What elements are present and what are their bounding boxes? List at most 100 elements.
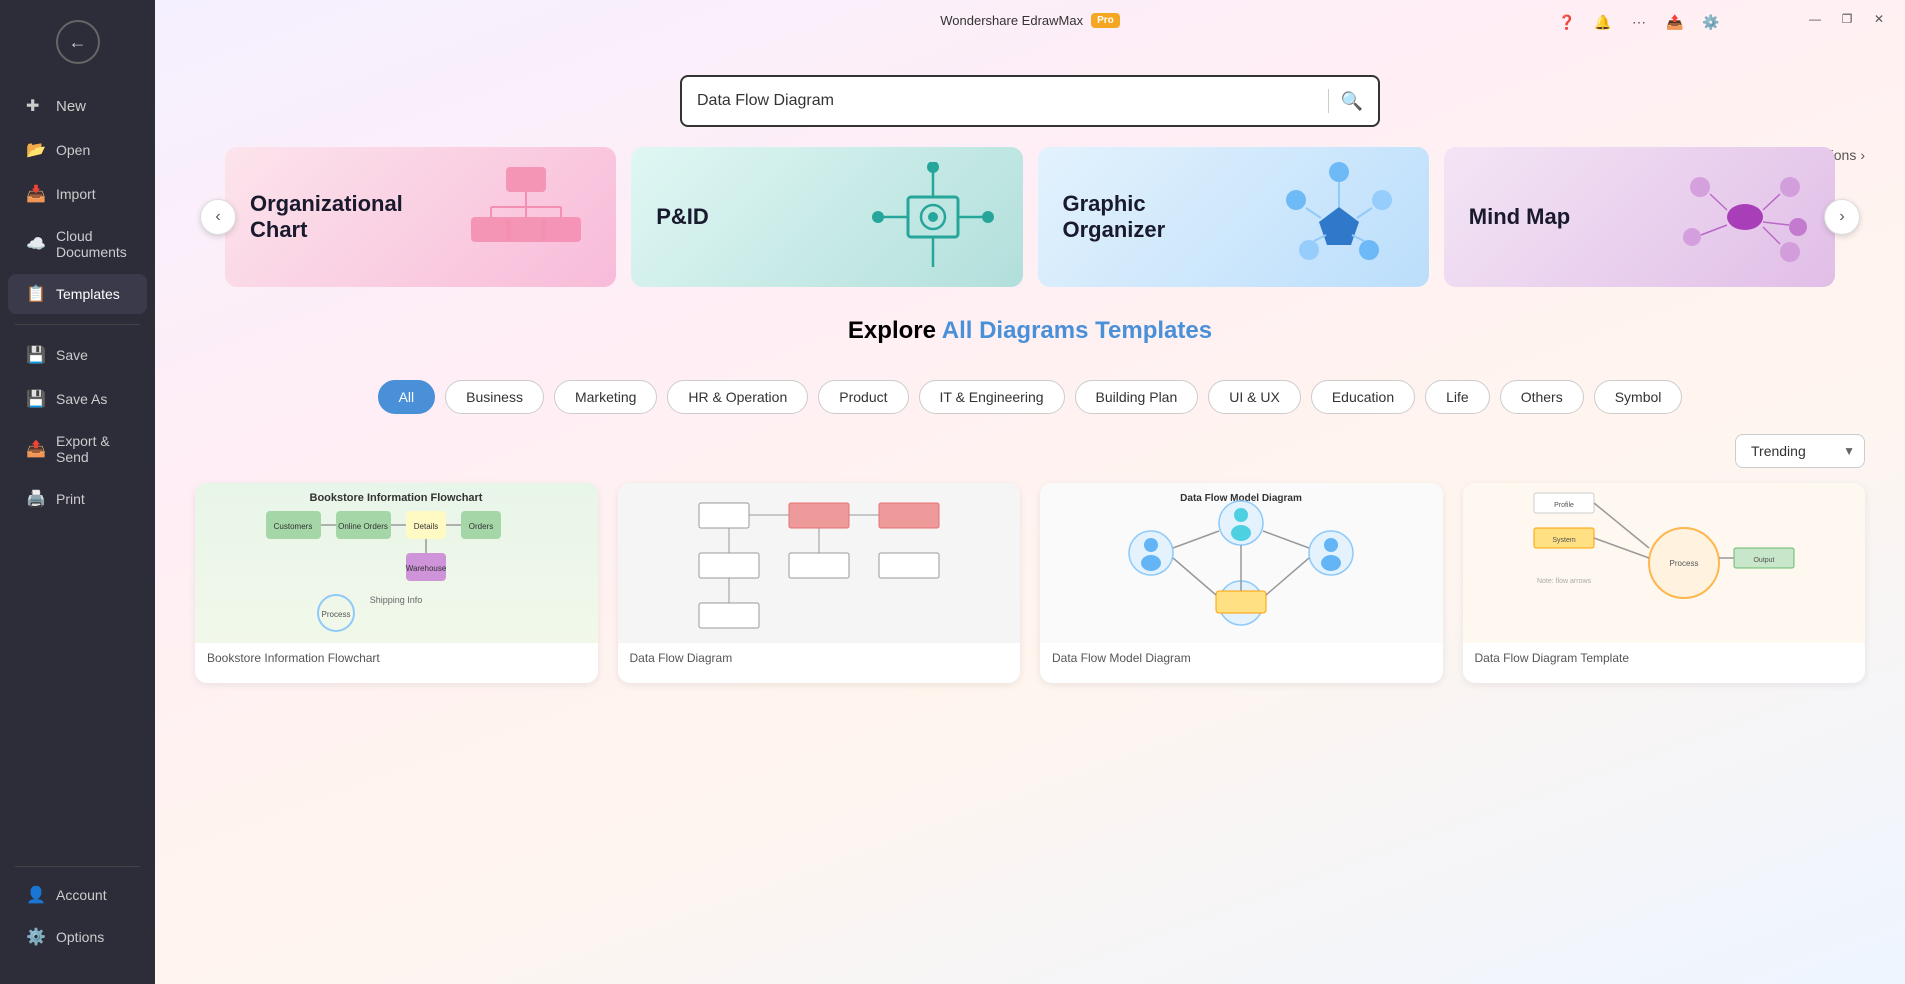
apps-icon[interactable]: ⋯ — [1625, 8, 1653, 36]
sidebar-bottom: 👤 Account ⚙️ Options — [0, 858, 155, 974]
carousel-prev-button[interactable]: ‹ — [200, 199, 236, 235]
filter-business[interactable]: Business — [445, 380, 544, 414]
sidebar-item-save[interactable]: 💾 Save — [8, 335, 147, 375]
help-icon[interactable]: ❓ — [1553, 8, 1581, 36]
back-button[interactable]: ← — [56, 20, 100, 64]
sidebar-item-export[interactable]: 📤 Export & Send — [8, 423, 147, 475]
options-icon: ⚙️ — [26, 927, 46, 947]
trending-wrapper: Trending Newest Most Popular ▼ — [1735, 434, 1865, 468]
back-icon: ← — [69, 32, 87, 53]
search-divider — [1328, 89, 1329, 113]
filter-product[interactable]: Product — [818, 380, 908, 414]
cloud-icon: ☁️ — [26, 234, 46, 254]
svg-text:Bookstore Information Flowchar: Bookstore Information Flowchart — [310, 492, 483, 504]
template-thumb-dataflow1[interactable]: Data Flow Diagram — [618, 483, 1021, 683]
card-graphic-label: GraphicOrganizer — [1063, 191, 1166, 244]
template-thumb-dataflow2[interactable]: Data Flow Model Diagram — [1040, 483, 1443, 683]
sidebar-item-saveas[interactable]: 💾 Save As — [8, 379, 147, 419]
sidebar-item-print[interactable]: 🖨️ Print — [8, 479, 147, 519]
thumb-img-bookstore: Bookstore Information Flowchart Customer… — [195, 483, 598, 643]
content-scroll: 🔍 All Collections › ‹ OrganizationalChar… — [155, 0, 1905, 984]
app-title: Wondershare EdrawMax Pro — [940, 13, 1120, 28]
sidebar-item-cloud[interactable]: ☁️ Cloud Documents — [8, 218, 147, 270]
filter-tags: All Business Marketing HR & Operation Pr… — [155, 365, 1905, 429]
search-box: 🔍 — [680, 75, 1380, 127]
card-graphic-image — [1274, 162, 1404, 272]
thumb-img-dataflow2: Data Flow Model Diagram — [1040, 483, 1443, 643]
card-org-label: OrganizationalChart — [250, 191, 403, 244]
card-pid-image — [868, 162, 998, 272]
title-bar: Wondershare EdrawMax Pro ❓ 🔔 ⋯ 📤 ⚙️ — ❐ … — [155, 0, 1905, 40]
card-org-image — [461, 162, 591, 272]
svg-text:Customers: Customers — [274, 522, 313, 531]
search-icon[interactable]: 🔍 — [1341, 91, 1363, 112]
svg-text:Online Orders: Online Orders — [338, 522, 388, 531]
filter-marketing[interactable]: Marketing — [554, 380, 657, 414]
explore-title: Explore All Diagrams Templates — [195, 317, 1865, 345]
template-card-pid[interactable]: P&ID — [631, 147, 1022, 287]
settings-icon[interactable]: ⚙️ — [1697, 8, 1725, 36]
thumb-footer-dataflow2: Data Flow Model Diagram — [1040, 643, 1443, 673]
explore-section: Explore All Diagrams Templates — [155, 287, 1905, 365]
sidebar-item-account[interactable]: 👤 Account — [8, 875, 147, 915]
window-controls: — ❐ ✕ — [1804, 8, 1890, 30]
sidebar-item-import[interactable]: 📥 Import — [8, 174, 147, 214]
search-input[interactable] — [697, 92, 1316, 110]
svg-text:Warehouse: Warehouse — [406, 564, 447, 573]
filter-others[interactable]: Others — [1500, 380, 1584, 414]
template-card-mindmap[interactable]: Mind Map — [1444, 147, 1835, 287]
carousel-next-button[interactable]: › — [1824, 199, 1860, 235]
save-icon: 💾 — [26, 345, 46, 365]
filter-uiux[interactable]: UI & UX — [1208, 380, 1301, 414]
svg-text:Note: flow arrows: Note: flow arrows — [1537, 578, 1592, 585]
svg-text:Profile: Profile — [1554, 502, 1574, 509]
thumb-footer-bookstore: Bookstore Information Flowchart — [195, 643, 598, 673]
sidebar-divider-bottom — [15, 866, 140, 867]
card-mindmap-image — [1680, 162, 1810, 272]
filter-symbol[interactable]: Symbol — [1594, 380, 1683, 414]
template-thumb-dataflow3[interactable]: Profile System Process Output Note: flow… — [1463, 483, 1866, 683]
filter-education[interactable]: Education — [1311, 380, 1415, 414]
template-thumb-bookstore[interactable]: Bookstore Information Flowchart Customer… — [195, 483, 598, 683]
sidebar-item-templates[interactable]: 📋 Templates — [8, 274, 147, 314]
carousel-container: OrganizationalChart — [225, 147, 1835, 287]
trending-select[interactable]: Trending Newest Most Popular — [1735, 434, 1865, 468]
thumb-footer-dataflow1: Data Flow Diagram — [618, 643, 1021, 673]
svg-text:Output: Output — [1753, 557, 1774, 564]
new-icon: ✚ — [26, 96, 46, 116]
filter-it[interactable]: IT & Engineering — [919, 380, 1065, 414]
thumb-footer-dataflow3: Data Flow Diagram Template — [1463, 643, 1866, 673]
templates-icon: 📋 — [26, 284, 46, 304]
restore-button[interactable]: ❐ — [1836, 8, 1858, 30]
sidebar-item-open[interactable]: 📂 Open — [8, 130, 147, 170]
template-card-org[interactable]: OrganizationalChart — [225, 147, 616, 287]
thumb-img-dataflow3: Profile System Process Output Note: flow… — [1463, 483, 1866, 643]
svg-text:Shipping Info: Shipping Info — [370, 595, 423, 605]
close-button[interactable]: ✕ — [1868, 8, 1890, 30]
sidebar-item-options[interactable]: ⚙️ Options — [8, 917, 147, 957]
open-icon: 📂 — [26, 140, 46, 160]
svg-text:Process: Process — [322, 610, 351, 619]
svg-text:Process: Process — [1669, 559, 1698, 568]
filter-hr[interactable]: HR & Operation — [667, 380, 808, 414]
svg-text:System: System — [1552, 537, 1576, 544]
print-icon: 🖨️ — [26, 489, 46, 509]
filter-building[interactable]: Building Plan — [1075, 380, 1199, 414]
account-icon: 👤 — [26, 885, 46, 905]
filter-all[interactable]: All — [378, 380, 436, 414]
thumb-img-dataflow1 — [618, 483, 1021, 643]
minimize-button[interactable]: — — [1804, 8, 1826, 30]
sidebar-item-new[interactable]: ✚ New — [8, 86, 147, 126]
sidebar-divider — [15, 324, 140, 325]
filter-life[interactable]: Life — [1425, 380, 1490, 414]
template-grid: Bookstore Information Flowchart Customer… — [155, 483, 1905, 723]
pro-badge: Pro — [1091, 13, 1120, 28]
share-icon[interactable]: 📤 — [1661, 8, 1689, 36]
svg-text:Orders: Orders — [469, 522, 493, 531]
notification-icon[interactable]: 🔔 — [1589, 8, 1617, 36]
card-pid-label: P&ID — [656, 204, 709, 230]
template-card-graphic[interactable]: GraphicOrganizer — [1038, 147, 1429, 287]
trending-row: Trending Newest Most Popular ▼ — [155, 429, 1905, 483]
templates-section: All Collections › ‹ OrganizationalChart — [155, 147, 1905, 287]
card-mindmap-label: Mind Map — [1469, 204, 1570, 230]
